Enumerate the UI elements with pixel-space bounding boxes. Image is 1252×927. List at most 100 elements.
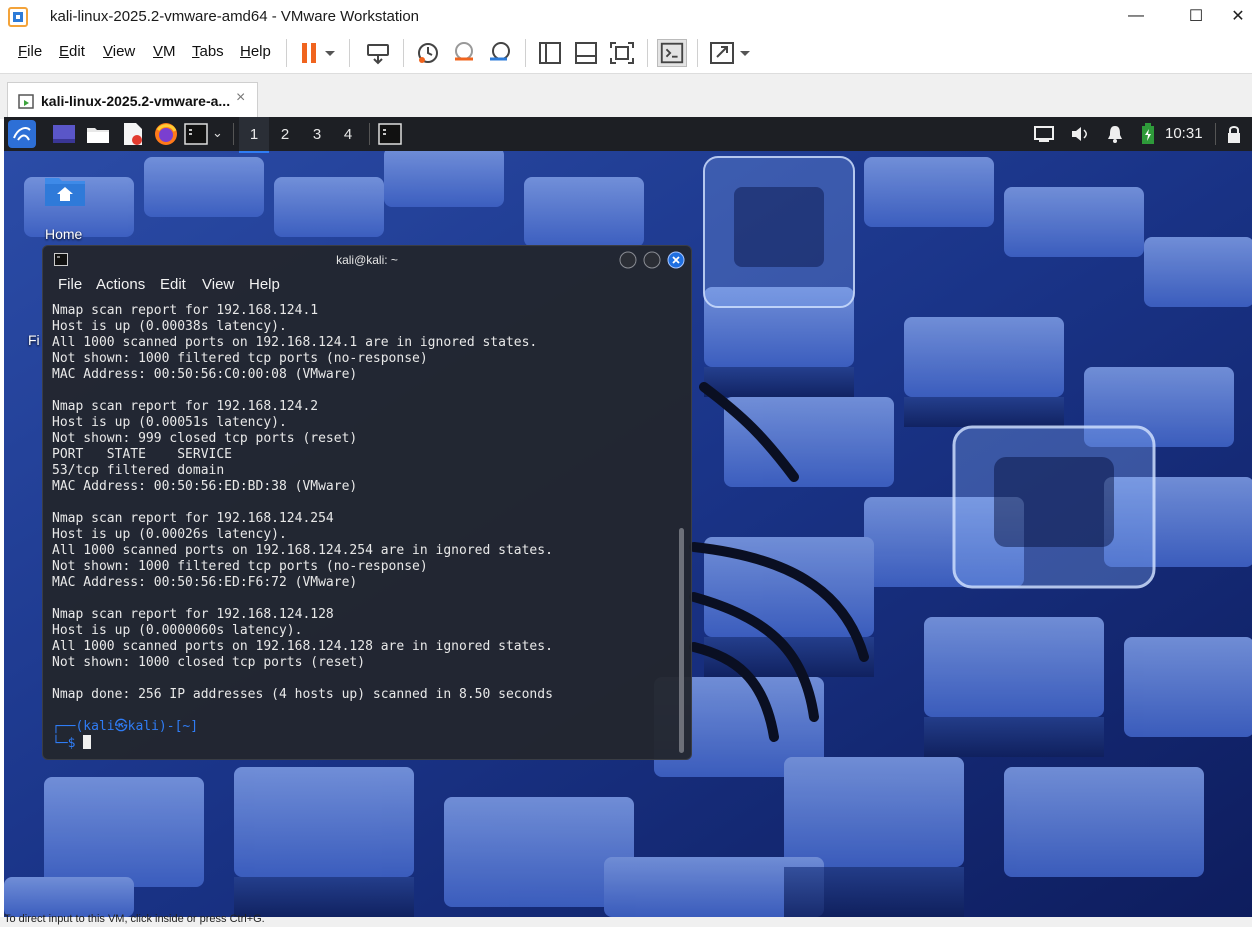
vm-guest-screen[interactable]: ⌄ 1 2 3 4 10:31 Home Fi kali@kali: ~ Fil… bbox=[4, 117, 1252, 917]
terminal-menu-view[interactable]: View bbox=[202, 276, 234, 293]
terminal-menu-help[interactable]: Help bbox=[249, 276, 280, 293]
terminal-output-line: Not shown: 1000 closed tcp ports (reset) bbox=[52, 655, 366, 670]
terminal-output-line bbox=[52, 671, 553, 687]
terminal-output-line: All 1000 scanned ports on 192.168.124.1 … bbox=[52, 335, 538, 350]
xfce-top-panel: ⌄ 1 2 3 4 10:31 bbox=[4, 117, 1252, 153]
terminal-output-line: All 1000 scanned ports on 192.168.124.25… bbox=[52, 543, 553, 558]
terminal-output-line: Not shown: 999 closed tcp ports (reset) bbox=[52, 431, 358, 446]
terminal-output-line: Host is up (0.0000060s latency). bbox=[52, 623, 303, 638]
terminal-output[interactable]: Nmap scan report for 192.168.124.1 Host i… bbox=[52, 303, 553, 703]
terminal-window-button-icon[interactable] bbox=[378, 123, 402, 145]
menu-help[interactable]: Help bbox=[240, 43, 271, 60]
menubar: File Edit View VM Tabs Help bbox=[0, 33, 1252, 71]
terminal-output-line: Host is up (0.00051s latency). bbox=[52, 415, 287, 430]
file-manager-icon[interactable] bbox=[86, 124, 110, 144]
panel-clock[interactable]: 10:31 bbox=[1165, 125, 1203, 142]
kali-menu-icon[interactable] bbox=[8, 120, 36, 148]
tab-close-icon[interactable]: × bbox=[236, 89, 245, 107]
maximize-button[interactable]: ☐ bbox=[1174, 2, 1218, 30]
console-view-icon[interactable] bbox=[657, 39, 687, 67]
snapshot-manager-icon[interactable] bbox=[485, 39, 515, 67]
workspace-2[interactable]: 2 bbox=[270, 117, 300, 151]
prompt-text: ┌──(kali㉿kali)-[~] bbox=[52, 719, 199, 734]
thumbnail-bar-icon[interactable] bbox=[571, 39, 601, 67]
terminal-output-line: 53/tcp filtered domain bbox=[52, 463, 225, 478]
terminal-output-line: Nmap scan report for 192.168.124.1 bbox=[52, 303, 319, 318]
terminal-output-line: Nmap done: 256 IP addresses (4 hosts up)… bbox=[52, 687, 553, 702]
battery-icon[interactable] bbox=[1141, 123, 1155, 145]
toolbar-separator bbox=[647, 39, 648, 67]
notifications-icon[interactable] bbox=[1105, 125, 1125, 143]
terminal-scrollbar[interactable] bbox=[679, 528, 684, 753]
toolbar-separator bbox=[286, 39, 287, 67]
volume-icon[interactable] bbox=[1070, 125, 1090, 143]
stretch-guest-icon[interactable] bbox=[707, 39, 737, 67]
snapshot-icon[interactable] bbox=[413, 39, 443, 67]
desktop-icon-label-partial[interactable]: Fi bbox=[28, 332, 40, 348]
show-desktop-icon[interactable] bbox=[52, 124, 76, 144]
terminal-output-line: PORT STATE SERVICE bbox=[52, 447, 233, 462]
terminal-menu-file[interactable]: File bbox=[58, 276, 82, 293]
terminal-output-line: Not shown: 1000 filtered tcp ports (no-r… bbox=[52, 559, 428, 574]
chevron-down-icon[interactable]: ⌄ bbox=[212, 125, 223, 141]
workspace-1[interactable]: 1 bbox=[239, 117, 269, 153]
terminal-titlebar[interactable]: kali@kali: ~ bbox=[43, 246, 691, 274]
vm-tab-icon bbox=[18, 94, 34, 109]
terminal-output-line: MAC Address: 00:50:56:ED:F6:72 (VMware) bbox=[52, 575, 358, 590]
menu-file[interactable]: File bbox=[18, 43, 42, 60]
terminal-close-button[interactable] bbox=[667, 251, 685, 269]
menu-view[interactable]: View bbox=[103, 43, 135, 60]
terminal-output-line: Host is up (0.00026s latency). bbox=[52, 527, 287, 542]
tab-vm[interactable]: kali-linux-2025.2-vmware-a... × bbox=[7, 82, 258, 118]
workspace-3[interactable]: 3 bbox=[302, 117, 332, 151]
terminal-maximize-button[interactable] bbox=[643, 251, 661, 269]
terminal-prompt-line: ┌──(kali㉿kali)-[~] bbox=[52, 719, 198, 735]
library-icon[interactable] bbox=[535, 39, 565, 67]
terminal-output-line: Nmap scan report for 192.168.124.2 bbox=[52, 399, 319, 414]
terminal-output-line bbox=[52, 495, 553, 511]
panel-separator bbox=[1215, 123, 1216, 145]
minimize-button[interactable]: — bbox=[1114, 2, 1158, 30]
menu-vm[interactable]: VM bbox=[153, 43, 176, 60]
terminal-launcher-icon[interactable] bbox=[184, 123, 208, 145]
window-title: kali-linux-2025.2-vmware-amd64 - VMware … bbox=[50, 8, 420, 25]
terminal-minimize-button[interactable] bbox=[619, 251, 637, 269]
chevron-down-icon[interactable] bbox=[735, 39, 755, 67]
terminal-output-line bbox=[52, 591, 553, 607]
firefox-icon[interactable] bbox=[154, 122, 178, 146]
terminal-output-line: MAC Address: 00:50:56:C0:00:08 (VMware) bbox=[52, 367, 358, 382]
terminal-window[interactable]: kali@kali: ~ File Actions Edit View Help… bbox=[42, 245, 692, 760]
home-folder-icon[interactable] bbox=[44, 175, 86, 207]
terminal-output-line bbox=[52, 383, 553, 399]
terminal-output-line: All 1000 scanned ports on 192.168.124.12… bbox=[52, 639, 553, 654]
revert-snapshot-icon[interactable] bbox=[449, 39, 479, 67]
terminal-menu-edit[interactable]: Edit bbox=[160, 276, 186, 293]
close-window-button[interactable]: ✕ bbox=[1224, 2, 1252, 30]
toolbar-separator bbox=[403, 39, 404, 67]
terminal-output-line: MAC Address: 00:50:56:ED:BD:38 (VMware) bbox=[52, 479, 358, 494]
network-icon[interactable] bbox=[1034, 125, 1054, 143]
workspace-4[interactable]: 4 bbox=[333, 117, 363, 151]
menu-tabs[interactable]: Tabs bbox=[192, 43, 224, 60]
panel-separator bbox=[233, 123, 234, 145]
prompt-symbol: └─$ bbox=[52, 736, 84, 751]
text-cursor bbox=[83, 735, 92, 749]
toolbar-separator bbox=[525, 39, 526, 67]
window-titlebar: kali-linux-2025.2-vmware-amd64 - VMware … bbox=[0, 0, 1252, 33]
text-editor-icon[interactable] bbox=[122, 122, 144, 146]
send-keys-icon[interactable] bbox=[363, 39, 393, 67]
chevron-down-icon[interactable] bbox=[320, 39, 340, 67]
full-screen-icon[interactable] bbox=[607, 39, 637, 67]
terminal-output-line: Nmap scan report for 192.168.124.254 bbox=[52, 511, 334, 526]
tab-vm-label: kali-linux-2025.2-vmware-a... bbox=[41, 93, 231, 109]
terminal-menu-actions[interactable]: Actions bbox=[96, 276, 145, 293]
toolbar-separator bbox=[697, 39, 698, 67]
home-folder-label[interactable]: Home bbox=[45, 226, 82, 242]
terminal-output-line: Host is up (0.00038s latency). bbox=[52, 319, 287, 334]
menu-edit[interactable]: Edit bbox=[59, 43, 85, 60]
status-bar: To direct input to this VM, click inside… bbox=[0, 913, 1252, 927]
lock-screen-icon[interactable] bbox=[1226, 124, 1242, 144]
terminal-output-line: Not shown: 1000 filtered tcp ports (no-r… bbox=[52, 351, 428, 366]
terminal-prompt-input[interactable]: └─$ bbox=[52, 735, 92, 752]
terminal-output-line: Nmap scan report for 192.168.124.128 bbox=[52, 607, 334, 622]
